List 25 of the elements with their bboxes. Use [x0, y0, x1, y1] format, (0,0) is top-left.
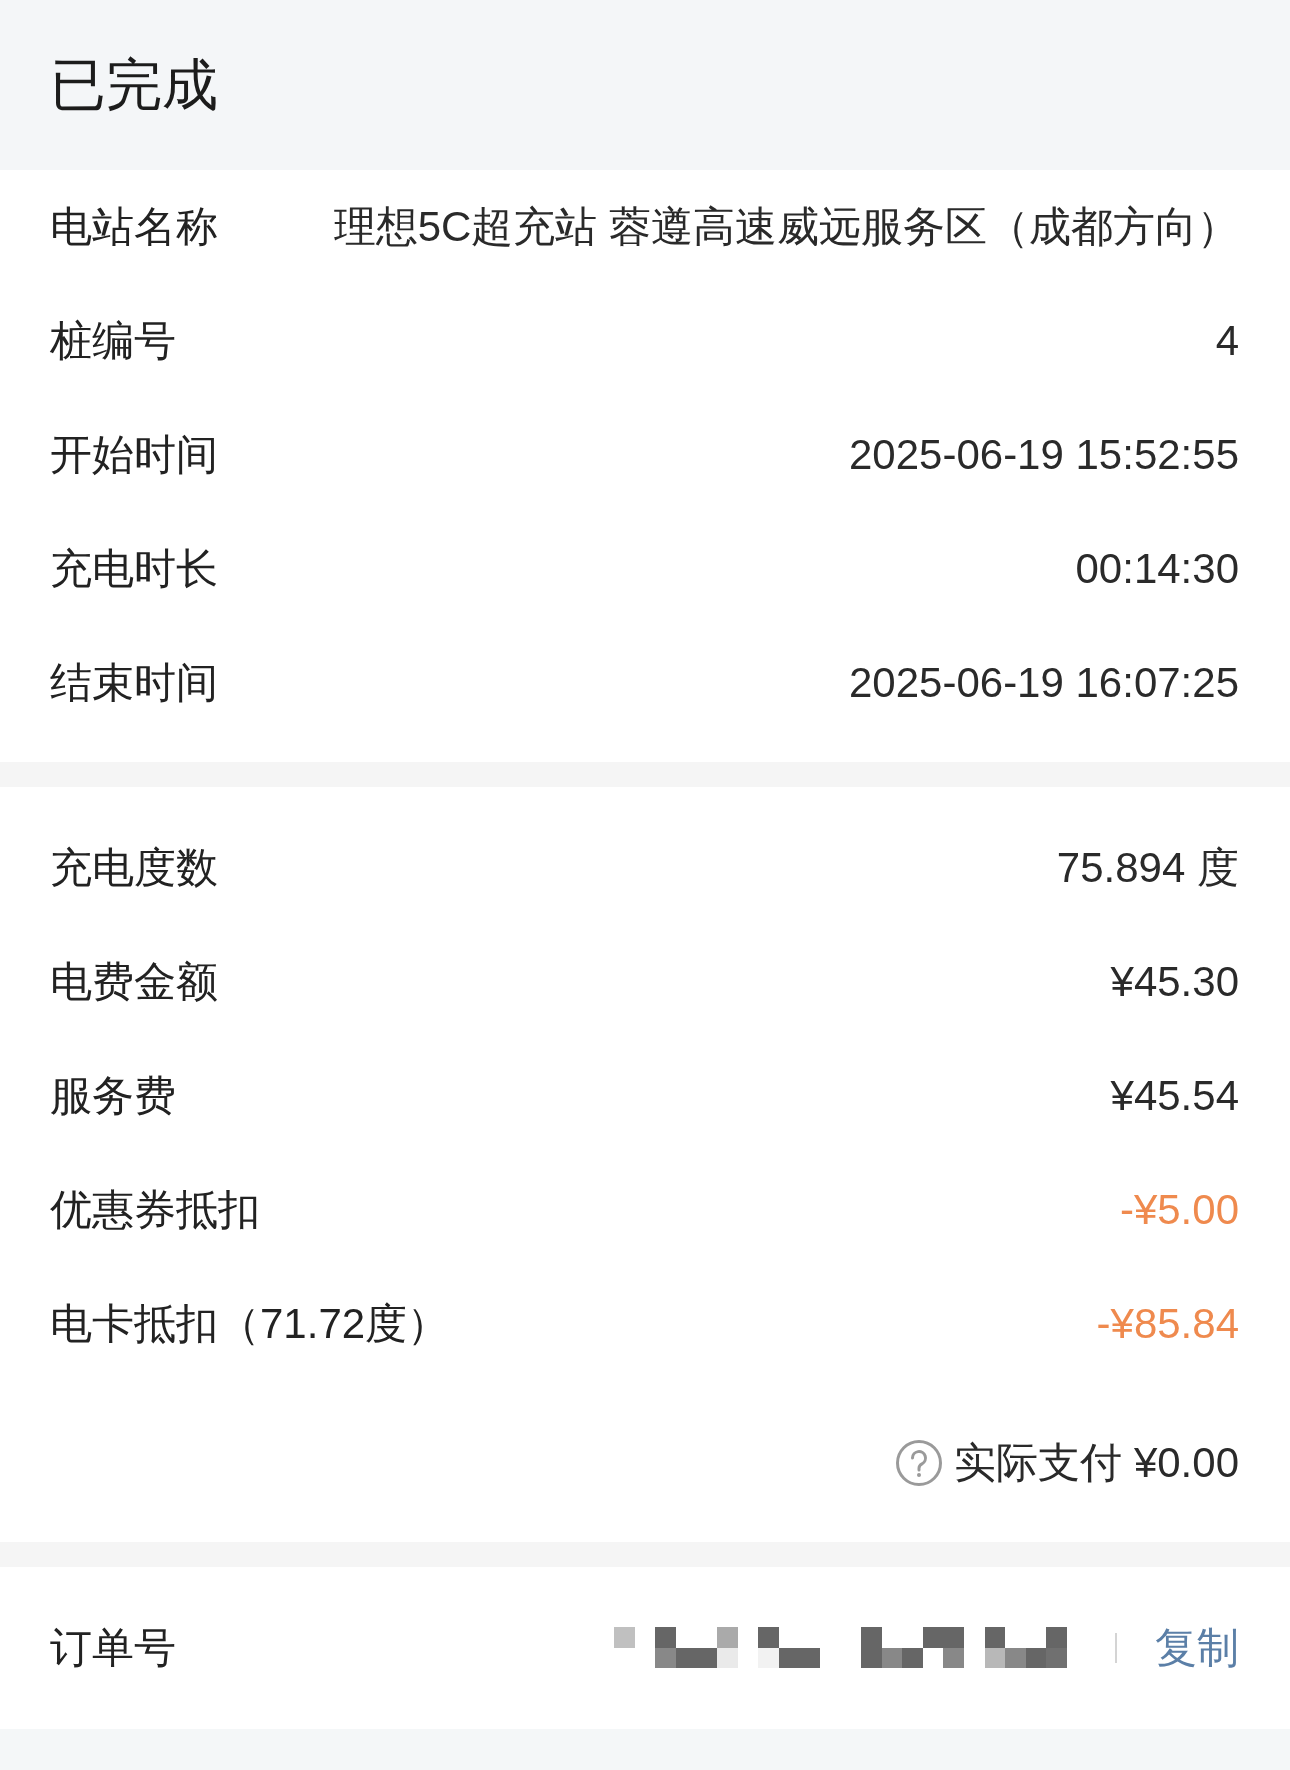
help-icon[interactable] — [896, 1440, 943, 1486]
field-value: 2025-06-19 16:07:25 — [849, 657, 1239, 708]
field-label: 充电时长 — [50, 543, 218, 594]
copy-button[interactable]: 复制 — [1155, 1622, 1239, 1674]
field-value: 75.894 度 — [1056, 842, 1239, 893]
field-label: 结束时间 — [50, 657, 218, 708]
field-label: 服务费 — [50, 1070, 176, 1121]
status-title: 已完成 — [50, 57, 218, 113]
field-value: 00:14:30 — [1075, 543, 1239, 594]
field-value: ¥45.54 — [1110, 1070, 1239, 1121]
field-value: 2025-06-19 15:52:55 — [849, 429, 1239, 480]
field-value: ¥45.30 — [1110, 956, 1239, 1007]
field-label: 电站名称 — [50, 201, 218, 252]
total-paid: 实际支付 ¥0.00 — [954, 1437, 1239, 1488]
field-label: 充电度数 — [50, 842, 218, 893]
field-value: 理想5C超充站 蓉遵高速威远服务区（成都方向） — [333, 201, 1239, 252]
field-label: 电卡抵扣（71.72度） — [50, 1298, 450, 1349]
field-value: 4 — [1215, 315, 1239, 366]
field-label: 优惠券抵扣 — [50, 1184, 260, 1235]
field-label: 开始时间 — [50, 429, 218, 480]
field-value: -¥5.00 — [1119, 1184, 1239, 1235]
field-label: 电费金额 — [50, 956, 218, 1007]
field-label: 订单号 — [50, 1622, 176, 1673]
field-label: 桩编号 — [50, 315, 176, 366]
field-value: -¥85.84 — [1096, 1298, 1239, 1349]
